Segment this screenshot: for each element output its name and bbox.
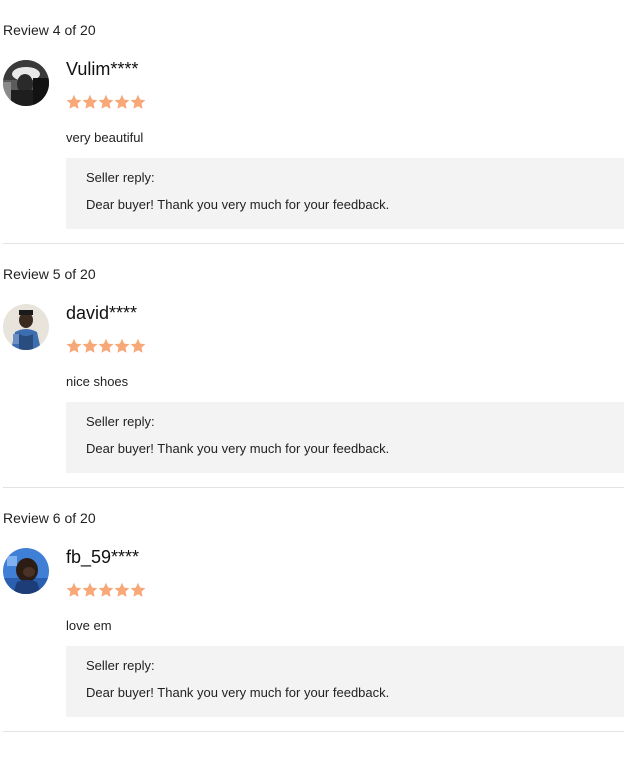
seller-reply: Seller reply: Dear buyer! Thank you very… <box>66 402 624 473</box>
star-icon <box>66 94 82 109</box>
rating-stars <box>66 582 624 598</box>
review-item: Review 5 of 20 david**** nice shoes Sell… <box>0 244 624 488</box>
star-icon <box>98 582 114 597</box>
review-body: Vulim**** very beautiful Seller reply: D… <box>66 59 624 229</box>
review-header: david**** nice shoes Seller reply: Dear … <box>3 303 624 473</box>
star-icon <box>98 338 114 353</box>
review-body: fb_59**** love em Seller reply: Dear buy… <box>66 547 624 717</box>
star-icon <box>66 582 82 597</box>
seller-reply-text: Dear buyer! Thank you very much for your… <box>86 685 390 700</box>
star-icon <box>130 94 146 109</box>
review-counter: Review 5 of 20 <box>3 266 96 282</box>
seller-reply: Seller reply: Dear buyer! Thank you very… <box>66 646 624 717</box>
review-header: Vulim**** very beautiful Seller reply: D… <box>3 59 624 229</box>
reviewer-name: fb_59**** <box>66 547 140 567</box>
seller-reply-text: Dear buyer! Thank you very much for your… <box>86 441 390 456</box>
avatar <box>3 304 49 350</box>
divider <box>3 731 624 732</box>
star-icon <box>114 338 130 353</box>
review-item: Review 4 of 20 Vulim**** very beautiful … <box>0 0 624 244</box>
reviewer-name: Vulim**** <box>66 59 139 79</box>
star-icon <box>66 338 82 353</box>
seller-reply-title: Seller reply: <box>86 170 155 185</box>
review-item: Review 6 of 20 fb_59**** love em Seller … <box>0 488 624 732</box>
review-header: fb_59**** love em Seller reply: Dear buy… <box>3 547 624 717</box>
star-icon <box>82 338 98 353</box>
seller-reply: Seller reply: Dear buyer! Thank you very… <box>66 158 624 229</box>
review-counter: Review 6 of 20 <box>3 510 96 526</box>
review-text: love em <box>66 618 112 633</box>
seller-reply-text: Dear buyer! Thank you very much for your… <box>86 197 390 212</box>
seller-reply-title: Seller reply: <box>86 658 155 673</box>
star-icon <box>114 582 130 597</box>
avatar <box>3 60 49 106</box>
star-icon <box>98 94 114 109</box>
star-icon <box>130 582 146 597</box>
star-icon <box>130 338 146 353</box>
review-text: nice shoes <box>66 374 129 389</box>
review-body: david**** nice shoes Seller reply: Dear … <box>66 303 624 473</box>
star-icon <box>114 94 130 109</box>
review-text: very beautiful <box>66 130 144 145</box>
reviewer-name: david**** <box>66 303 138 323</box>
rating-stars <box>66 94 624 110</box>
avatar <box>3 548 49 594</box>
seller-reply-title: Seller reply: <box>86 414 155 429</box>
star-icon <box>82 94 98 109</box>
star-icon <box>82 582 98 597</box>
review-counter: Review 4 of 20 <box>3 22 96 38</box>
rating-stars <box>66 338 624 354</box>
